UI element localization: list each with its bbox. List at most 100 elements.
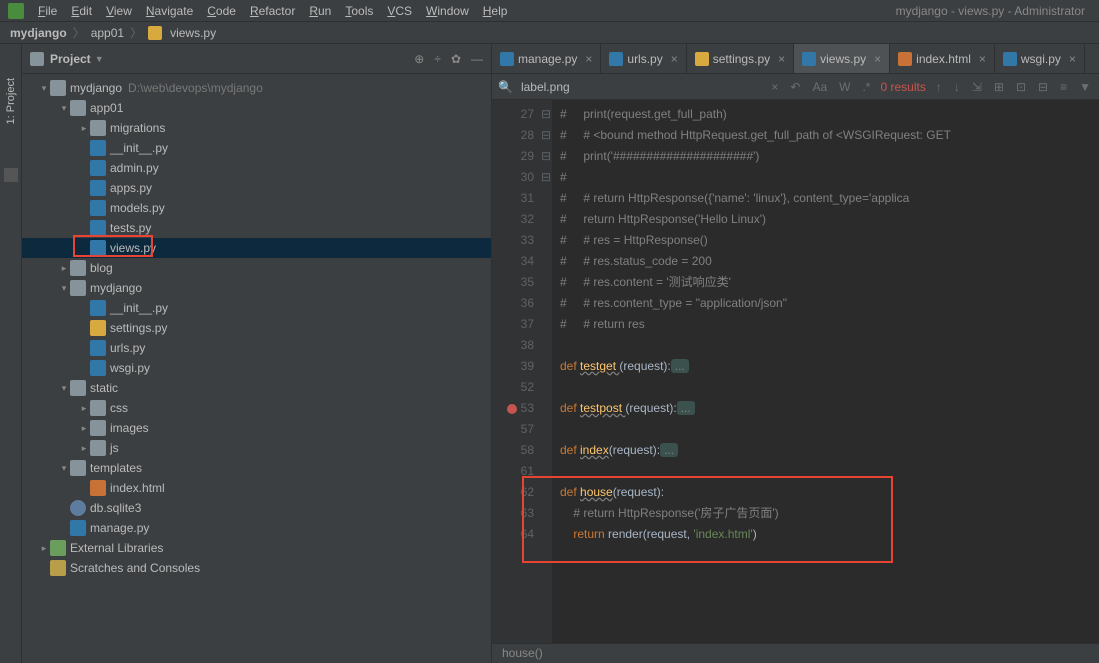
folder-icon [70, 460, 86, 476]
close-tab-icon[interactable]: × [874, 52, 881, 66]
tree-item-apps-py[interactable]: apps.py [22, 178, 491, 198]
sidebar-header: Project ▼ ⊕ ÷ ✿ — [22, 44, 491, 74]
project-tool-button[interactable]: 1: Project [5, 74, 17, 128]
tree-item-css[interactable]: ▸css [22, 398, 491, 418]
hide-icon[interactable]: — [471, 52, 483, 66]
menu-tools[interactable]: Tools [339, 3, 379, 19]
structure-tool-button[interactable] [4, 168, 18, 182]
left-tool-stripe: 1: Project [0, 44, 22, 663]
menu-window[interactable]: Window [420, 3, 475, 19]
py-icon [90, 300, 106, 316]
tree-item-mydjango[interactable]: ▾mydjango [22, 278, 491, 298]
close-tab-icon[interactable]: × [585, 52, 592, 66]
menu-navigate[interactable]: Navigate [140, 3, 199, 19]
tree-item-models-py[interactable]: models.py [22, 198, 491, 218]
tree-item-urls-py[interactable]: urls.py [22, 338, 491, 358]
remove-selection-icon[interactable]: ⊟ [1036, 80, 1050, 94]
tree-item---init---py[interactable]: __init__.py [22, 298, 491, 318]
select-all-icon[interactable]: ⊞ [992, 80, 1006, 94]
tree-item-wsgi-py[interactable]: wsgi.py [22, 358, 491, 378]
tree-item-js[interactable]: ▸js [22, 438, 491, 458]
menu-file[interactable]: File [32, 3, 63, 19]
db-icon [70, 500, 86, 516]
tree-item-settings-py[interactable]: settings.py [22, 318, 491, 338]
py-icon [90, 200, 106, 216]
menu-run[interactable]: Run [303, 3, 337, 19]
folder-icon [70, 280, 86, 296]
sidebar-title: Project [50, 52, 91, 66]
python-file-icon [148, 26, 162, 40]
tree-item-admin-py[interactable]: admin.py [22, 158, 491, 178]
down-arrow-icon[interactable]: ↓ [952, 80, 962, 94]
tab-views-py[interactable]: views.py× [794, 44, 890, 73]
menu-view[interactable]: View [100, 3, 138, 19]
menu-refactor[interactable]: Refactor [244, 3, 301, 19]
select-opened-file-icon[interactable]: ⊕ [414, 52, 424, 66]
prev-occurrence-icon[interactable]: ↶ [788, 80, 802, 94]
up-arrow-icon[interactable]: ↑ [934, 80, 944, 94]
tab-urls-py[interactable]: urls.py× [601, 44, 686, 73]
tree-item-tests-py[interactable]: tests.py [22, 218, 491, 238]
settings-icon[interactable]: ≡ [1058, 80, 1069, 94]
lib-icon [50, 540, 66, 556]
tree-item-static[interactable]: ▾static [22, 378, 491, 398]
tab-index-html[interactable]: index.html× [890, 44, 995, 73]
project-sidebar: Project ▼ ⊕ ÷ ✿ — ▾mydjangoD:\web\devops… [22, 44, 492, 663]
fold-gutter[interactable]: ⊟⊟⊟⊟ [540, 100, 552, 663]
tree-item-app01[interactable]: ▾app01 [22, 98, 491, 118]
menu-help[interactable]: Help [477, 3, 514, 19]
tree-item-templates[interactable]: ▾templates [22, 458, 491, 478]
tab-settings-py[interactable]: settings.py× [687, 44, 794, 73]
close-search-icon[interactable]: × [769, 80, 780, 94]
tab-manage-py[interactable]: manage.py× [492, 44, 601, 73]
tree-item-blog[interactable]: ▸blog [22, 258, 491, 278]
py-icon [70, 520, 86, 536]
tree-item-index-html[interactable]: index.html [22, 478, 491, 498]
line-number-gutter[interactable]: 2728293031323334353637383952535758616263… [492, 100, 540, 663]
folder-icon [90, 440, 106, 456]
regex-icon[interactable]: .* [860, 80, 872, 94]
tree-item-views-py[interactable]: views.py [22, 238, 491, 258]
search-query[interactable]: label.png [521, 80, 570, 94]
py-icon [90, 360, 106, 376]
folder-root-icon [50, 80, 66, 96]
tree-item-external-libraries[interactable]: ▸External Libraries [22, 538, 491, 558]
breadcrumb-root[interactable]: mydjango [10, 26, 67, 40]
close-tab-icon[interactable]: × [1069, 52, 1076, 66]
expand-all-icon[interactable]: ÷ [434, 52, 441, 66]
menu-edit[interactable]: Edit [65, 3, 98, 19]
scratch-icon [50, 560, 66, 576]
settings-icon[interactable]: ✿ [451, 52, 461, 66]
tree-item---init---py[interactable]: __init__.py [22, 138, 491, 158]
project-tree[interactable]: ▾mydjangoD:\web\devops\mydjango▾app01▸mi… [22, 74, 491, 663]
match-case-icon[interactable]: Aa [810, 80, 829, 94]
dropdown-icon[interactable]: ▼ [95, 54, 104, 64]
tree-item-mydjango[interactable]: ▾mydjangoD:\web\devops\mydjango [22, 78, 491, 98]
folder-icon [90, 420, 106, 436]
folder-icon [70, 260, 86, 276]
breadcrumb-sep: 〉 [130, 24, 142, 41]
tree-item-db-sqlite3[interactable]: db.sqlite3 [22, 498, 491, 518]
tab-wsgi-py[interactable]: wsgi.py× [995, 44, 1085, 73]
breadcrumb-file[interactable]: views.py [170, 26, 216, 40]
editor-tabs: manage.py×urls.py×settings.py×views.py×i… [492, 44, 1099, 74]
code-editor[interactable]: 2728293031323334353637383952535758616263… [492, 100, 1099, 663]
words-icon[interactable]: W [837, 80, 852, 94]
window-title: mydjango - views.py - Administrator [890, 3, 1091, 19]
filter-icon[interactable]: ▼ [1077, 80, 1093, 94]
close-tab-icon[interactable]: × [671, 52, 678, 66]
close-tab-icon[interactable]: × [979, 52, 986, 66]
close-tab-icon[interactable]: × [778, 52, 785, 66]
code-content[interactable]: # print(request.get_full_path)# # <bound… [552, 100, 1099, 663]
export-icon[interactable]: ⇲ [970, 80, 984, 94]
tree-item-scratches-and-consoles[interactable]: Scratches and Consoles [22, 558, 491, 578]
file-icon [898, 52, 912, 66]
folder-icon [90, 120, 106, 136]
tree-item-migrations[interactable]: ▸migrations [22, 118, 491, 138]
tree-item-manage-py[interactable]: manage.py [22, 518, 491, 538]
menu-code[interactable]: Code [201, 3, 242, 19]
tree-item-images[interactable]: ▸images [22, 418, 491, 438]
breadcrumb-folder[interactable]: app01 [91, 26, 124, 40]
add-selection-icon[interactable]: ⊡ [1014, 80, 1028, 94]
menu-vcs[interactable]: VCS [381, 3, 418, 19]
